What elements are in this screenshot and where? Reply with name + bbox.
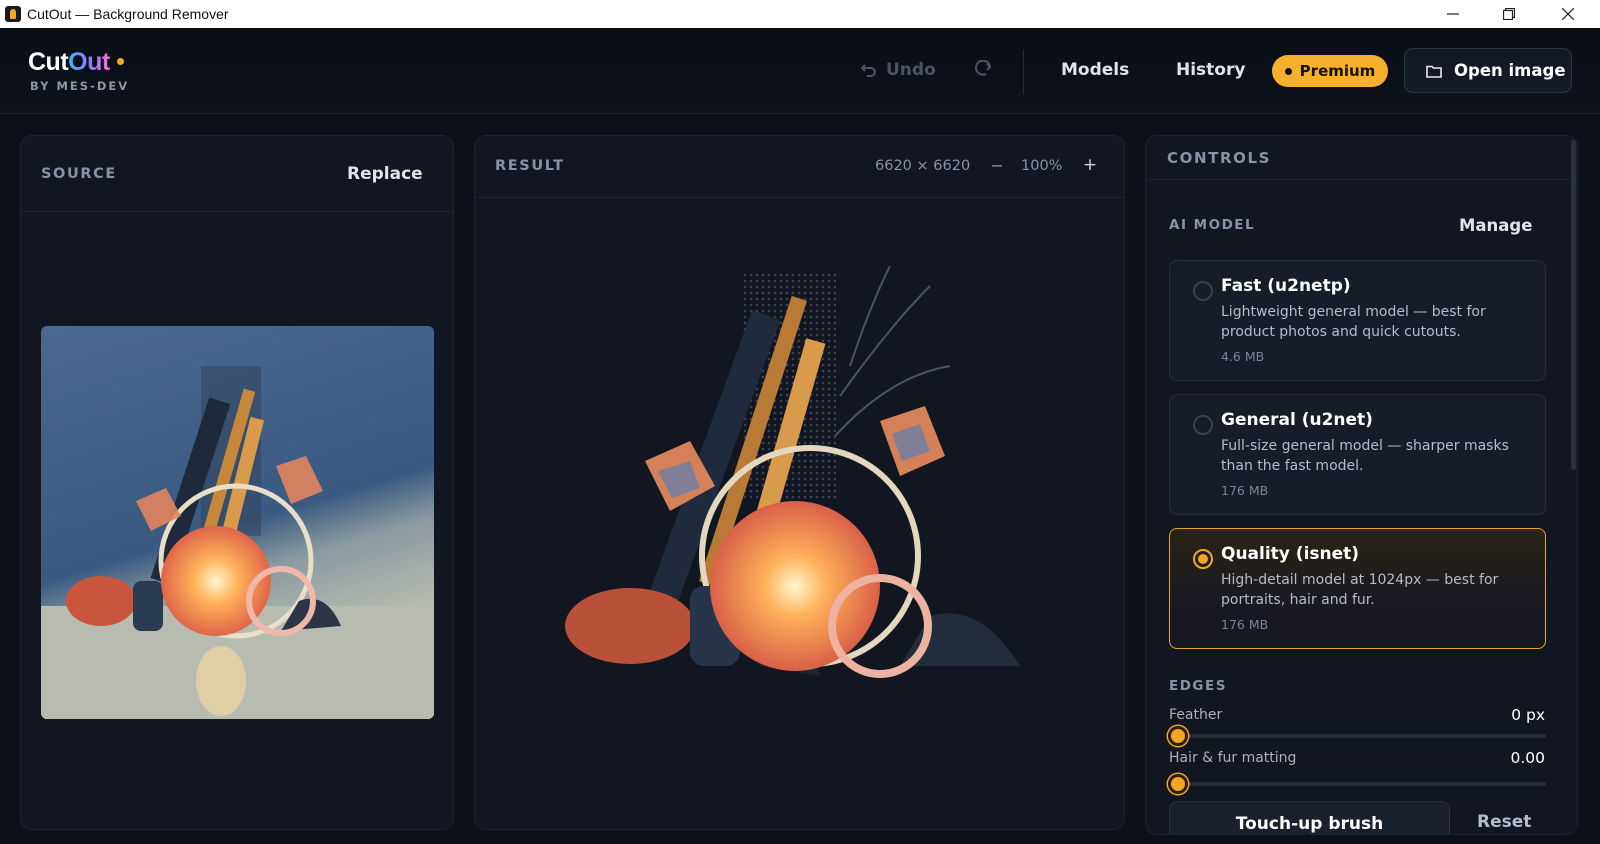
model-option-general[interactable]: General (u2net) Full-size general model … <box>1169 394 1546 515</box>
touch-up-brush-button[interactable]: Touch-up brush <box>1169 801 1450 834</box>
app-icon <box>5 6 21 22</box>
model-option-quality[interactable]: Quality (isnet) High-detail model at 102… <box>1169 528 1546 649</box>
radio-icon[interactable] <box>1193 281 1213 301</box>
restore-icon[interactable] <box>1486 0 1532 28</box>
reset-button[interactable]: Reset <box>1477 812 1531 832</box>
result-image <box>550 265 1050 706</box>
open-image-button[interactable]: Open image <box>1404 48 1572 93</box>
radio-icon[interactable] <box>1193 415 1213 435</box>
model-name: General (u2net) <box>1221 410 1373 430</box>
feather-label: Feather <box>1169 707 1223 723</box>
header-divider <box>1023 50 1024 94</box>
logo-dot <box>116 58 124 65</box>
redo-button[interactable] <box>974 60 992 78</box>
result-title: RESULT <box>495 158 565 174</box>
model-name: Quality (isnet) <box>1221 544 1360 564</box>
premium-label: Premium <box>1299 62 1376 80</box>
edges-section-label: EDGES <box>1169 678 1227 694</box>
model-description: Lightweight general model — best for pro… <box>1221 304 1486 340</box>
zoom-in-button[interactable]: + <box>1082 155 1098 175</box>
undo-button[interactable]: Undo <box>860 60 936 80</box>
redo-icon <box>975 60 992 76</box>
source-title: SOURCE <box>41 166 117 182</box>
feather-value: 0 px <box>1511 706 1545 724</box>
minimize-icon[interactable] <box>1430 0 1476 28</box>
matting-slider-track[interactable] <box>1169 782 1546 786</box>
open-image-label: Open image <box>1454 61 1566 80</box>
result-panel-header: RESULT 6620 × 6620 − 100% + <box>475 136 1124 198</box>
history-nav-button[interactable]: History <box>1176 60 1245 80</box>
model-description: High-detail model at 1024px — best for p… <box>1221 572 1499 608</box>
zoom-level: 100% <box>1021 158 1063 174</box>
window-title: CutOut — Background Remover <box>27 6 229 22</box>
model-name: Fast (u2netp) <box>1221 276 1351 296</box>
window-titlebar: CutOut — Background Remover <box>0 0 1600 28</box>
ai-model-section-label: AI MODEL <box>1169 217 1256 233</box>
manage-models-button[interactable]: Manage <box>1459 216 1532 235</box>
logo-byline: BY MES-DEV <box>30 79 130 93</box>
premium-button[interactable]: Premium <box>1272 55 1388 87</box>
zoom-out-button[interactable]: − <box>989 156 1005 175</box>
folder-icon <box>1426 65 1442 78</box>
source-panel: SOURCE Replace <box>20 135 454 830</box>
premium-dot-icon <box>1284 67 1292 75</box>
controls-panel: CONTROLS AI MODEL Manage Fast (u2netp) L… <box>1145 135 1578 835</box>
model-size: 4.6 MB <box>1221 349 1265 364</box>
feather-slider-thumb[interactable] <box>1168 726 1188 746</box>
result-panel: RESULT 6620 × 6620 − 100% + <box>474 135 1125 830</box>
radio-selected-icon[interactable] <box>1193 549 1213 569</box>
model-option-fast[interactable]: Fast (u2netp) Lightweight general model … <box>1169 260 1546 381</box>
feather-slider-track[interactable] <box>1169 734 1546 738</box>
logo-word-cut: Cut <box>28 48 69 76</box>
controls-title: CONTROLS <box>1167 149 1272 167</box>
matting-value: 0.00 <box>1510 749 1545 767</box>
undo-icon <box>860 64 876 77</box>
models-nav-button[interactable]: Models <box>1061 60 1129 80</box>
logo: CutOut BY MES-DEV <box>28 48 129 93</box>
image-dimensions: 6620 × 6620 <box>875 158 971 174</box>
source-panel-header: SOURCE Replace <box>21 136 453 212</box>
model-size: 176 MB <box>1221 617 1269 632</box>
model-description: Full-size general model — sharper masks … <box>1221 438 1509 474</box>
undo-label: Undo <box>886 60 936 80</box>
controls-panel-header: CONTROLS <box>1146 136 1577 180</box>
logo-word-out: Out <box>68 48 110 76</box>
source-image <box>41 326 434 719</box>
replace-button[interactable]: Replace <box>347 164 423 184</box>
close-icon[interactable] <box>1545 0 1591 28</box>
model-size: 176 MB <box>1221 483 1269 498</box>
controls-scrollbar[interactable] <box>1571 140 1576 470</box>
matting-slider-thumb[interactable] <box>1168 774 1188 794</box>
matting-label: Hair & fur matting <box>1169 750 1297 766</box>
